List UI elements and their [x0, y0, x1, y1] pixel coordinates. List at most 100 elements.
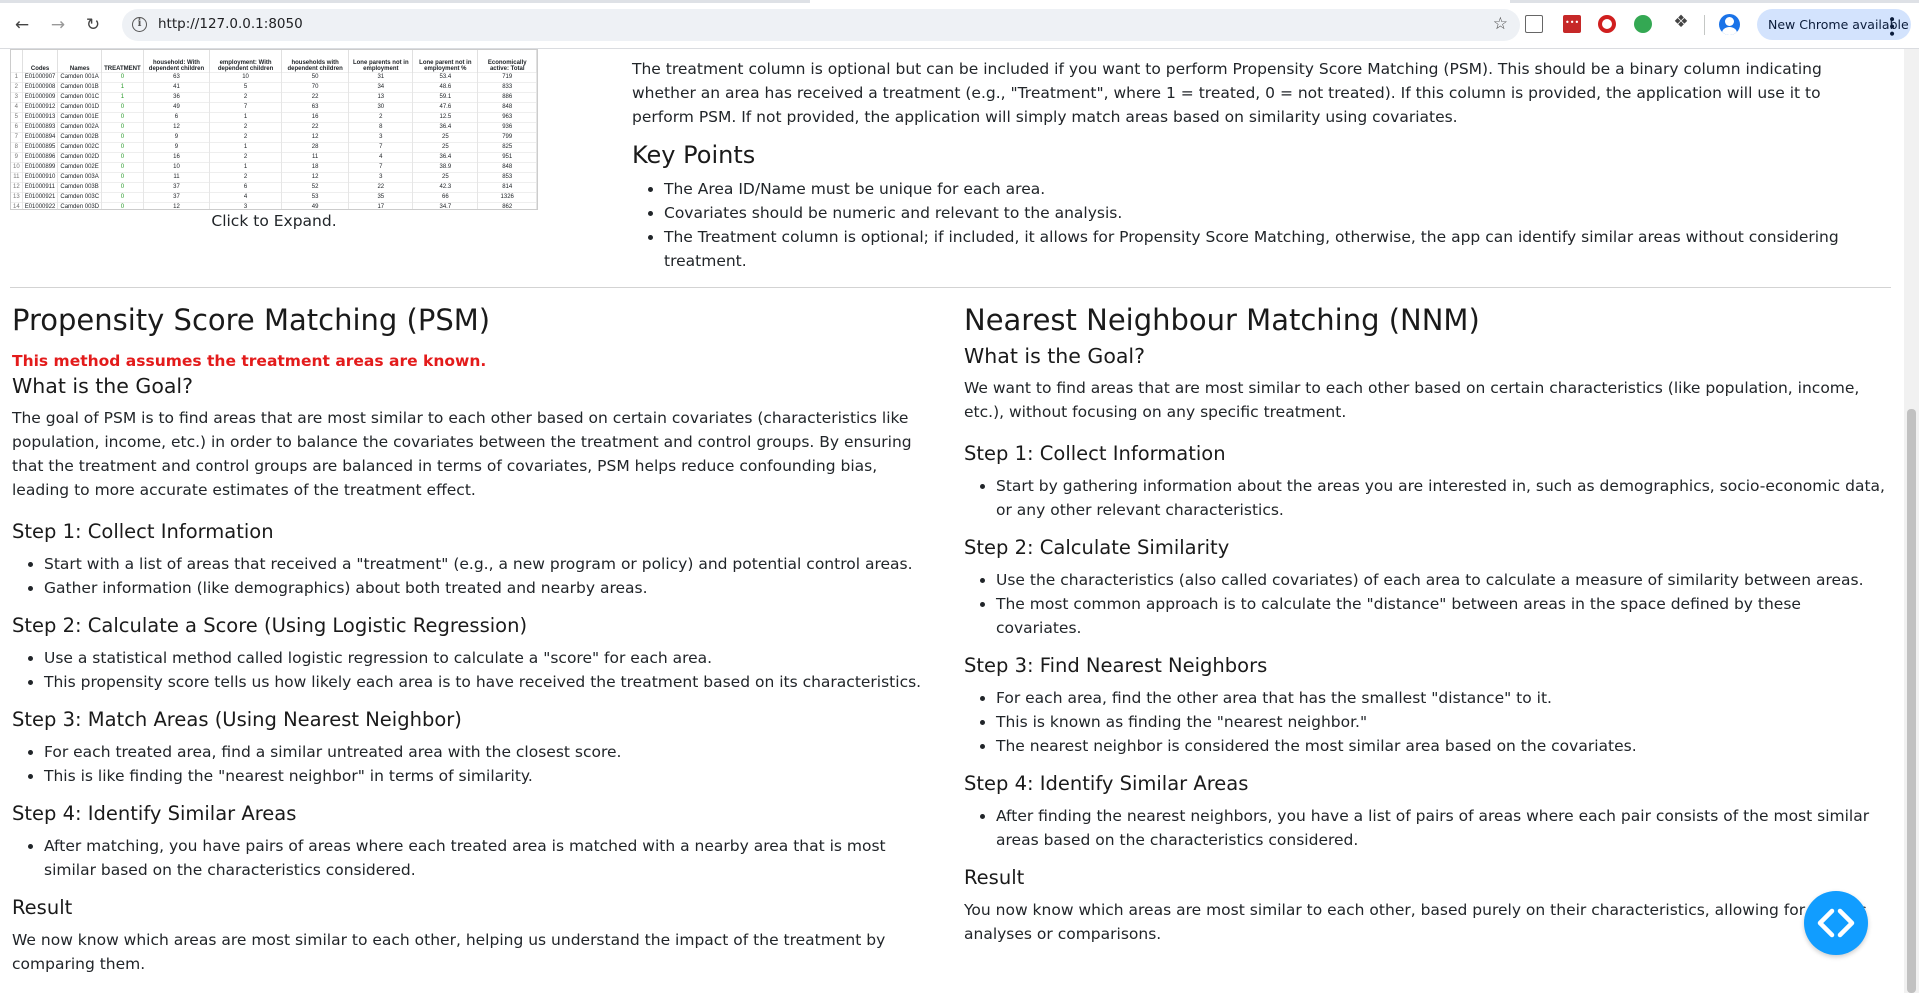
table-cell: E01000922: [22, 201, 59, 209]
nnm-step-3-heading: Step 3: Find Nearest Neighbors: [964, 654, 1268, 677]
psm-goal-heading: What is the Goal?: [12, 374, 193, 398]
forward-arrow-icon[interactable]: →: [45, 12, 71, 38]
menu-dots-icon[interactable]: •••: [1883, 15, 1899, 37]
table-cell: E01000911: [22, 181, 59, 192]
spreadsheet-table: Codes Names TREATMENT household: With depen…: [11, 50, 537, 209]
red-extension-icon[interactable]: [1563, 15, 1581, 33]
table-cell: 1: [209, 111, 282, 122]
table-cell: 36.4: [412, 121, 479, 132]
table-cell: 0: [101, 191, 144, 202]
list-item: Start by gathering information about the…: [996, 474, 1889, 522]
table-header-cell: employment: With dependent children: [209, 50, 282, 72]
psm-title: Propensity Score Matching (PSM): [12, 303, 491, 337]
table-cell: 12.5: [412, 111, 479, 122]
table-cell: 2: [209, 171, 282, 182]
list-item: This is known as finding the "nearest ne…: [996, 710, 1889, 734]
list-item: Start with a list of areas that received…: [44, 552, 934, 576]
table-cell: 12: [281, 131, 350, 142]
table-cell: 38.9: [412, 161, 479, 172]
page-scrollbar[interactable]: [1904, 49, 1919, 993]
list-item: The Area ID/Name must be unique for each…: [664, 177, 1872, 201]
table-cell: 63: [143, 71, 211, 82]
table-cell: 22: [348, 181, 414, 192]
table-header-cell: household: With dependent children: [143, 50, 211, 72]
page-viewport: Codes Names TREATMENT household: With depen…: [0, 49, 1904, 993]
psm-step-2-heading: Step 2: Calculate a Score (Using Logisti…: [12, 614, 528, 637]
table-cell: 2: [209, 151, 282, 162]
address-url[interactable]: http://127.0.0.1:8050: [158, 16, 303, 32]
bookmark-star-icon[interactable]: ☆: [1493, 14, 1508, 34]
table-cell: 5: [209, 81, 282, 92]
table-cell: 4: [348, 151, 414, 162]
key-points-list: The Area ID/Name must be unique for each…: [632, 177, 1872, 273]
table-cell: 0: [101, 171, 144, 182]
table-cell: 1: [101, 91, 144, 102]
table-cell: 49: [281, 201, 350, 209]
table-cell: 12: [143, 201, 211, 209]
table-cell: Camden 002C: [57, 141, 103, 152]
table-cell: 0: [101, 121, 144, 132]
back-arrow-icon[interactable]: ←: [9, 12, 35, 38]
table-cell: 799: [477, 131, 537, 142]
table-cell: 2: [209, 121, 282, 132]
profile-avatar-icon[interactable]: [1719, 14, 1740, 35]
table-cell: 833: [477, 81, 537, 92]
tab-strip-edge: [0, 0, 1919, 3]
click-to-expand-caption[interactable]: Click to Expand.: [10, 212, 538, 230]
site-info-icon[interactable]: i: [132, 17, 147, 32]
dash-debug-button[interactable]: [1804, 891, 1868, 955]
table-cell: 5: [11, 111, 23, 122]
table-cell: 36: [143, 91, 211, 102]
treatment-column-description: The treatment column is optional but can…: [632, 60, 1822, 126]
psm-step-1-list: Start with a list of areas that received…: [12, 552, 934, 600]
document-extension-icon[interactable]: [1525, 15, 1543, 33]
table-cell: 48.6: [412, 81, 479, 92]
table-cell: 11: [143, 171, 211, 182]
table-cell: E01000899: [22, 161, 59, 172]
table-cell: 49: [143, 101, 211, 112]
table-cell: Camden 002A: [57, 121, 103, 132]
table-cell: 0: [101, 181, 144, 192]
table-header-cell: Lone parents not in employment: [348, 50, 414, 72]
code-brackets-icon: [1817, 908, 1855, 938]
table-cell: 28: [281, 141, 350, 152]
table-cell: 10: [143, 161, 211, 172]
table-cell: 0: [101, 131, 144, 142]
psm-step-3-list: For each treated area, find a similar un…: [12, 740, 934, 788]
table-cell: 53: [281, 191, 350, 202]
address-bar[interactable]: i http://127.0.0.1:8050 ☆: [122, 9, 1520, 41]
table-cell: 25: [412, 171, 479, 182]
table-header-cell: Economically active: Total: [477, 50, 537, 72]
table-cell: 951: [477, 151, 537, 162]
table-row: 3 E01000909 Camden 001C 1 36 2 22 13 59.1 886: [11, 91, 537, 102]
table-cell: 34: [348, 81, 414, 92]
table-row: 10 E01000899 Camden 002E 0 10 1 18 7 38.9 848: [11, 161, 537, 172]
table-row: 13 E01000921 Camden 003C 0 37 4 53 35 66 1326: [11, 191, 537, 202]
table-cell: 13: [348, 91, 414, 102]
reload-icon[interactable]: ↻: [80, 12, 106, 38]
table-cell: 11: [281, 151, 350, 162]
table-cell: E01000908: [22, 81, 59, 92]
table-cell: E01000912: [22, 101, 59, 112]
extensions-puzzle-icon[interactable]: ❖: [1670, 12, 1692, 34]
opera-extension-icon[interactable]: [1598, 15, 1616, 33]
new-chrome-available-button[interactable]: New Chrome available •••: [1757, 9, 1911, 40]
green-sync-extension-icon[interactable]: [1634, 15, 1652, 33]
table-row: 7 E01000894 Camden 002B 0 9 2 12 3 25 799: [11, 131, 537, 142]
scrollbar-thumb[interactable]: [1907, 409, 1916, 993]
spreadsheet-preview-image[interactable]: Codes Names TREATMENT household: With depen…: [10, 49, 538, 210]
table-cell: 7: [348, 141, 414, 152]
table-cell: 0: [101, 161, 144, 172]
table-cell: 70: [281, 81, 350, 92]
table-cell: E01000893: [22, 121, 59, 132]
table-cell: 34.7: [412, 201, 479, 209]
table-cell: 16: [143, 151, 211, 162]
table-cell: 848: [477, 101, 537, 112]
psm-step-2-list: Use a statistical method called logistic…: [12, 646, 934, 694]
table-row: 6 E01000893 Camden 002A 0 12 2 22 8 36.4 936: [11, 121, 537, 132]
nnm-goal-text: We want to find areas that are most simi…: [964, 379, 1860, 421]
table-cell: 42.3: [412, 181, 479, 192]
table-cell: 63: [281, 101, 350, 112]
table-cell: Camden 001D: [57, 101, 103, 112]
nnm-step-1-list: Start by gathering information about the…: [964, 474, 1889, 522]
